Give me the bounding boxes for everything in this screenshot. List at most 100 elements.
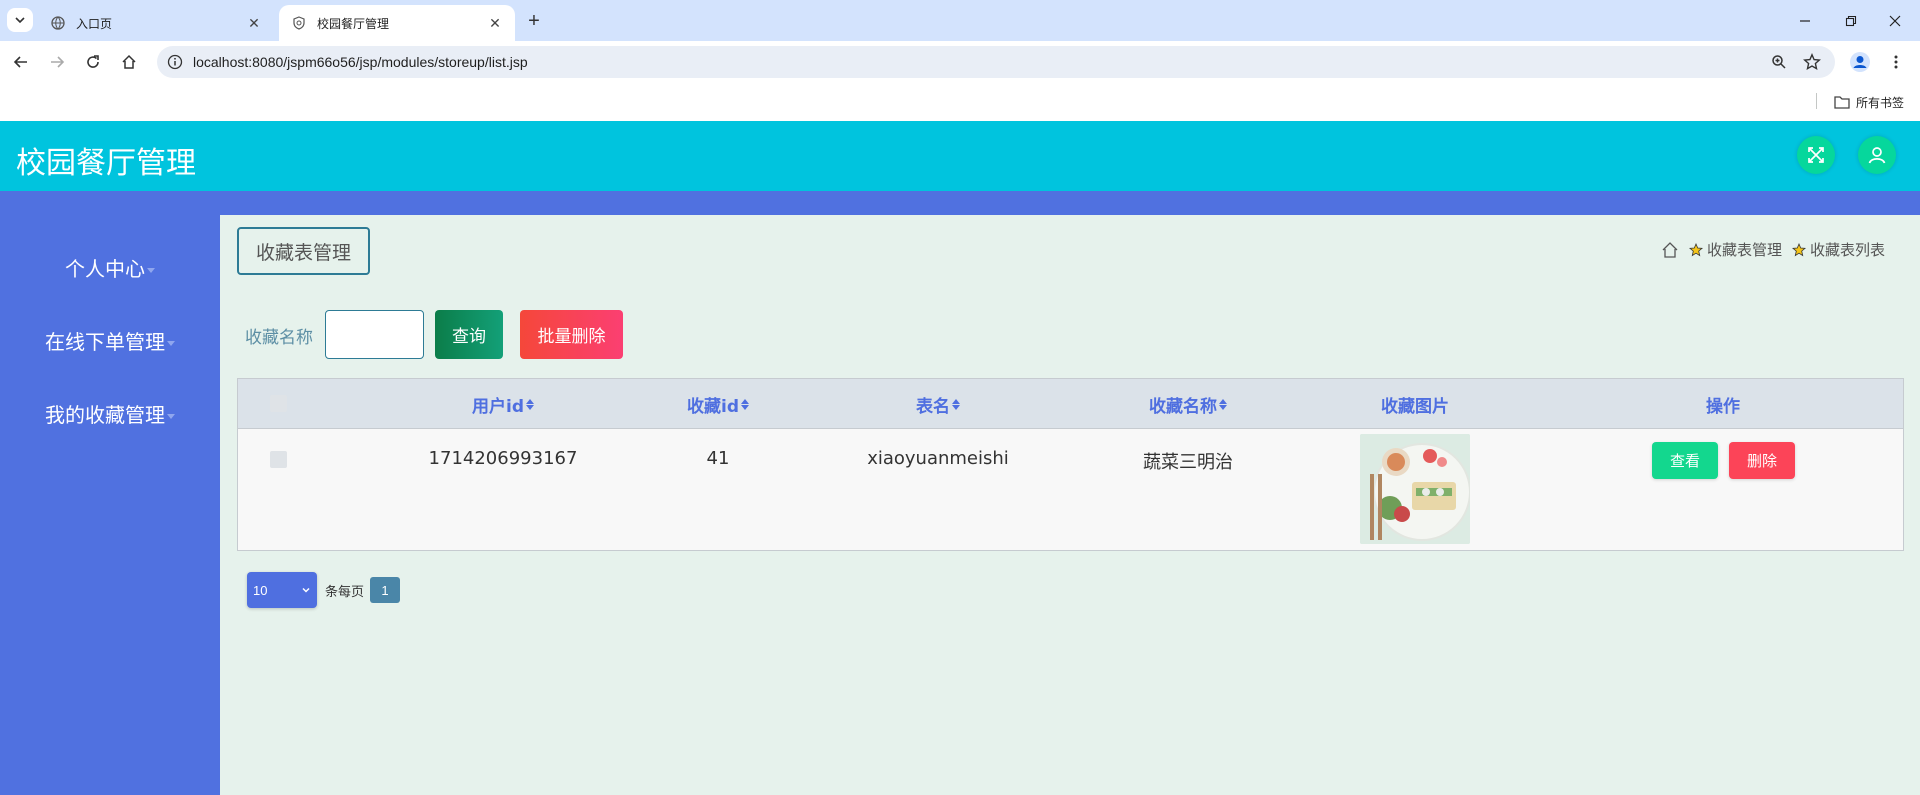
search-input[interactable] [325,310,424,359]
column-header-fav-id[interactable]: 收藏id [648,379,788,429]
sort-icon [1219,398,1227,410]
profile-icon [1850,52,1870,72]
view-button[interactable]: 查看 [1652,442,1718,479]
sidebar-item-label: 个人中心 [65,257,145,281]
sidebar-item-label: 在线下单管理 [45,330,165,354]
zoom-icon[interactable] [1766,49,1792,75]
user-icon [1868,147,1886,164]
pagination: 10 条每页 1 [247,572,401,608]
folder-icon [1834,96,1850,109]
close-icon[interactable]: ✕ [487,15,503,31]
cell-table-name: xiaoyuanmeishi [867,448,1009,469]
arrow-right-icon [51,56,65,68]
food-thumbnail[interactable] [1360,434,1470,544]
tab-title: 入口页 [76,16,113,31]
new-tab-button[interactable]: + [520,8,548,34]
bookmarks-bar: 所有书签 [0,83,1920,121]
bookmarks-folder-label: 所有书签 [1856,95,1905,110]
tab-entry-page[interactable]: 入口页 ✕ [38,5,274,41]
arrow-left-icon [13,56,27,68]
cell-user-id: 1714206993167 [428,448,578,469]
chevron-down-icon [302,587,310,593]
browser-toolbar: localhost:8080/jspm66o56/jsp/modules/sto… [0,41,1920,83]
table-row: 1714206993167 41 xiaoyuanmeishi 蔬菜三明治 查看… [238,429,1903,550]
star-icon [1791,242,1806,256]
sidebar-item-favorites[interactable]: 我的收藏管理 [0,399,220,428]
column-header-fav-image: 收藏图片 [1335,379,1495,429]
sidebar-item-personal-center[interactable]: 个人中心 [0,253,220,282]
breadcrumb: 收藏表管理 收藏表列表 [1661,239,1885,260]
per-page-label: 条每页 [325,584,365,600]
minimize-icon [1800,19,1810,22]
query-button[interactable]: 查询 [435,310,503,359]
select-all-checkbox[interactable] [270,395,287,412]
column-header-user-id[interactable]: 用户id [428,379,578,429]
bookmark-star-icon[interactable] [1799,49,1825,75]
table-header: 用户id 收藏id 表名 收藏名称 收藏图片 操作 [238,379,1903,429]
restore-icon [1845,15,1857,26]
page-number-button[interactable]: 1 [370,577,401,603]
reload-button[interactable] [80,49,106,75]
column-header-table-name[interactable]: 表名 [868,379,1008,429]
close-icon [1889,15,1901,26]
chevron-down-icon [15,17,25,24]
sort-icon [526,398,534,410]
page-size-value: 10 [253,582,268,598]
column-header-fav-name[interactable]: 收藏名称 [1098,379,1278,429]
sidebar-item-label: 我的收藏管理 [45,403,165,427]
tab-app[interactable]: 校园餐厅管理 ✕ [279,5,515,41]
fullscreen-icon [1808,147,1824,163]
home-button[interactable] [116,49,142,75]
column-label: 表名 [916,396,950,417]
home-icon[interactable] [1661,241,1679,259]
shield-icon [291,15,307,31]
back-button[interactable] [8,49,34,75]
url-text: localhost:8080/jspm66o56/jsp/modules/sto… [193,54,528,70]
page-size-select[interactable]: 10 [247,572,317,608]
reload-icon [87,55,99,68]
more-vertical-icon [1894,55,1898,69]
restore-button[interactable] [1829,0,1873,41]
minimize-button[interactable] [1783,0,1827,41]
main-content: 收藏表管理 收藏表管理 收藏表列表 收藏名称 查询 批量删除 用户id 收藏id… [220,215,1920,795]
menu-button[interactable] [1883,49,1909,75]
browser-tab-strip: 入口页 ✕ 校园餐厅管理 ✕ + [0,0,1920,41]
caret-down-icon [147,268,155,273]
app-header: 校园餐厅管理 [0,121,1920,191]
home-icon [122,54,136,69]
cell-fav-name: 蔬菜三明治 [1143,452,1233,473]
caret-down-icon [167,341,175,346]
close-window-button[interactable] [1873,0,1917,41]
column-label: 用户id [472,396,524,417]
sort-icon [741,398,749,410]
site-info-icon[interactable] [157,54,193,70]
breadcrumb-item[interactable]: 收藏表管理 [1707,239,1782,260]
breadcrumb-item: 收藏表列表 [1809,241,1885,259]
globe-icon [50,15,66,31]
column-header-actions: 操作 [1648,379,1798,429]
header-strip [0,191,1920,215]
column-label: 操作 [1706,396,1740,417]
sort-icon [952,398,960,410]
address-bar[interactable]: localhost:8080/jspm66o56/jsp/modules/sto… [157,46,1835,78]
fullscreen-button[interactable] [1797,136,1835,174]
cell-fav-id: 41 [706,448,730,469]
row-checkbox[interactable] [270,451,287,468]
sidebar-item-orders[interactable]: 在线下单管理 [0,326,220,355]
column-label: 收藏id [687,396,739,417]
app-title: 校园餐厅管理 [16,146,196,181]
sidebar: 个人中心 在线下单管理 我的收藏管理 [0,215,220,795]
all-bookmarks-button[interactable]: 所有书签 [1834,91,1904,113]
search-label: 收藏名称 [245,328,313,348]
profile-button[interactable] [1847,49,1873,75]
star-icon [1688,242,1703,256]
divider [1816,93,1817,109]
delete-button[interactable]: 删除 [1729,442,1795,479]
tab-search-button[interactable] [7,8,33,32]
forward-button[interactable] [44,49,70,75]
batch-delete-button[interactable]: 批量删除 [520,310,623,359]
page-title: 收藏表管理 [237,227,371,275]
user-button[interactable] [1858,136,1896,174]
close-icon[interactable]: ✕ [246,15,262,31]
caret-down-icon [167,414,175,419]
